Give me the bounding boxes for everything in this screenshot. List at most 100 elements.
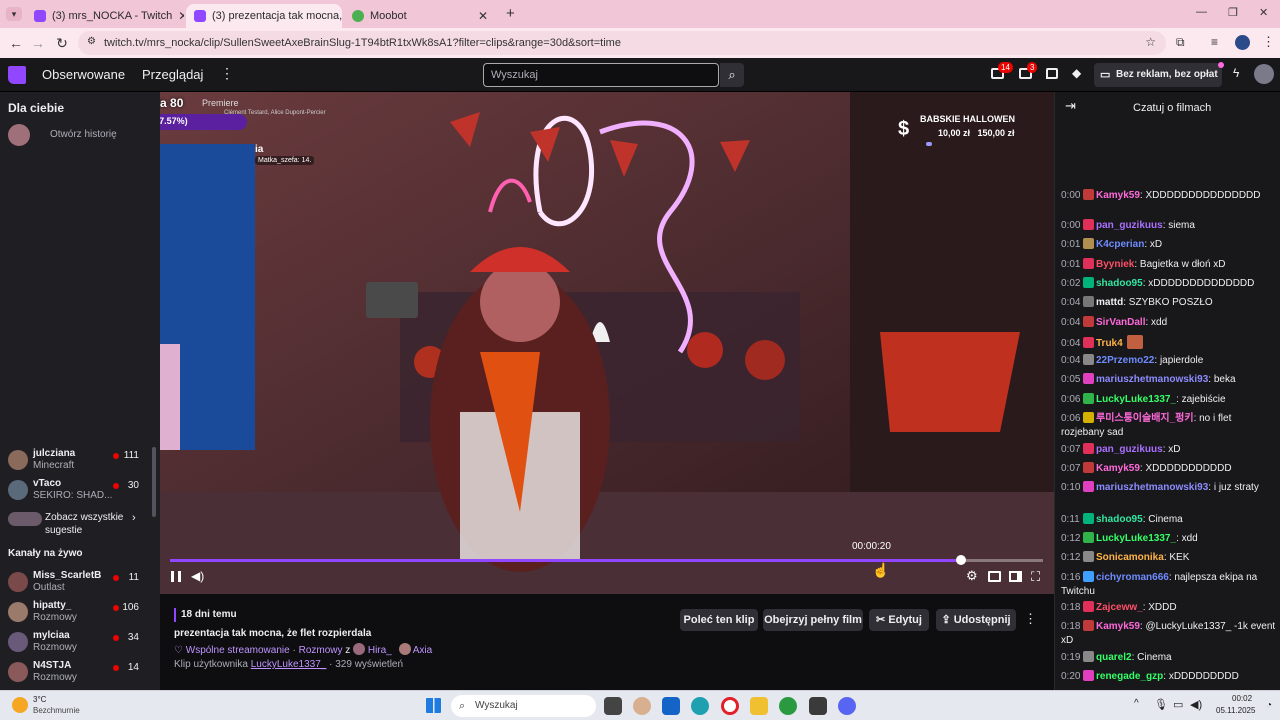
chat-username[interactable]: mariuszhetmanowski93 xyxy=(1096,374,1208,385)
chat-timestamp[interactable]: 0:04 xyxy=(1061,316,1083,330)
badge-icon[interactable] xyxy=(1083,532,1094,543)
chat-username[interactable]: renegade_gzp xyxy=(1096,671,1163,682)
start-windows-icon[interactable] xyxy=(426,698,441,713)
chat-username[interactable]: Byyniek xyxy=(1096,259,1134,270)
search-icon[interactable]: ⌕ xyxy=(720,63,744,87)
chrome-icon[interactable] xyxy=(779,697,797,715)
open-history-link[interactable]: Otwórz historię xyxy=(50,129,117,140)
chat-username[interactable]: Kamyk59 xyxy=(1096,190,1140,201)
badge-icon[interactable] xyxy=(1083,219,1094,230)
badge-icon[interactable] xyxy=(1083,462,1094,473)
chat-username[interactable]: Kamyk59 xyxy=(1096,621,1140,632)
badge-icon[interactable] xyxy=(1083,354,1094,365)
chat-timestamp[interactable]: 0:12 xyxy=(1061,532,1083,546)
more-options-icon[interactable]: ⋮ xyxy=(1024,611,1037,627)
badge-icon[interactable] xyxy=(1083,620,1094,631)
more-icon[interactable]: ⋮ xyxy=(220,65,234,82)
sidebar-channel-miss-scarletb[interactable]: Miss_ScarletB Outlast 11 xyxy=(8,570,153,598)
network-icon[interactable]: ▭ xyxy=(1173,698,1183,711)
chat-username[interactable]: shadoo95 xyxy=(1096,278,1143,289)
chat-timestamp[interactable]: 0:20 xyxy=(1061,670,1083,684)
badge-icon[interactable] xyxy=(1083,238,1094,249)
chat-username[interactable]: Kamyk59 xyxy=(1096,463,1140,474)
microphone-icon[interactable]: 🎙 xyxy=(1154,698,1168,711)
badge-icon[interactable] xyxy=(1083,443,1094,454)
profile-avatar[interactable] xyxy=(1235,35,1250,50)
chat-timestamp[interactable]: 0:12 xyxy=(1061,551,1083,565)
badge-icon[interactable] xyxy=(1083,189,1094,200)
discord-icon[interactable] xyxy=(838,697,856,715)
chat-username[interactable]: 22Przemo22 xyxy=(1096,355,1154,366)
volume-tray-icon[interactable]: ◀) xyxy=(1190,698,1202,711)
chat-timestamp[interactable]: 0:06 xyxy=(1061,412,1083,426)
settings-icon[interactable]: ⚙ xyxy=(966,568,978,584)
badge-icon[interactable] xyxy=(1083,277,1094,288)
chat-username[interactable]: Truk4 xyxy=(1096,338,1123,349)
back-icon[interactable]: ← xyxy=(4,35,28,51)
share-button[interactable]: ⇪ Udostępnij xyxy=(936,609,1016,631)
chat-timestamp[interactable]: 0:04 xyxy=(1061,296,1083,310)
chat-username[interactable]: LuckyLuke1337_ xyxy=(1096,394,1176,405)
chat-bubble-icon[interactable] xyxy=(1046,68,1058,79)
badge-icon[interactable] xyxy=(1083,337,1094,348)
user-avatar[interactable] xyxy=(1254,64,1274,84)
theatre-mode-icon[interactable] xyxy=(1009,571,1022,582)
category-link[interactable]: Rozmowy xyxy=(299,645,343,656)
chat-timestamp[interactable]: 0:01 xyxy=(1061,258,1083,272)
chat-username[interactable]: cichyroman666 xyxy=(1096,572,1169,583)
site-info-icon[interactable]: ⚙ xyxy=(87,36,96,47)
reload-icon[interactable]: ↻ xyxy=(50,35,74,52)
seek-handle[interactable] xyxy=(955,555,966,565)
weather-icon[interactable] xyxy=(12,697,28,713)
chat-timestamp[interactable]: 0:07 xyxy=(1061,462,1083,476)
close-tab-icon[interactable]: ✕ xyxy=(178,9,184,23)
cohost-1-link[interactable]: Hira_ xyxy=(368,645,392,656)
collapse-chat-icon[interactable]: ⇥ xyxy=(1065,98,1076,114)
chat-timestamp[interactable]: 0:19 xyxy=(1061,651,1083,665)
maximize-button[interactable]: ❐ xyxy=(1228,6,1238,19)
tray-chevron-icon[interactable]: ^ xyxy=(1134,698,1139,709)
chat-username[interactable]: Zajceww_ xyxy=(1096,602,1143,613)
chat-username[interactable]: 루미스퉁이슬배지_펑키 xyxy=(1096,413,1194,424)
sidebar-channel-hipatty[interactable]: hipatty_ Rozmowy 106 xyxy=(8,600,153,628)
chat-timestamp[interactable]: 0:18 xyxy=(1061,620,1083,634)
chat-username[interactable]: pan_guzikuus xyxy=(1096,444,1163,455)
chat-timestamp[interactable]: 0:01 xyxy=(1061,238,1083,252)
notepad-icon[interactable] xyxy=(809,697,827,715)
see-all-suggestions[interactable]: Zobacz wszystkie sugestie › xyxy=(8,510,148,538)
chat-timestamp[interactable]: 0:18 xyxy=(1061,601,1083,615)
badge-icon[interactable] xyxy=(1083,513,1094,524)
chat-timestamp[interactable]: 0:11 xyxy=(1061,513,1083,527)
outlook-icon[interactable] xyxy=(662,697,680,715)
chat-timestamp[interactable]: 0:04 xyxy=(1061,337,1083,351)
chat-timestamp[interactable]: 0:06 xyxy=(1061,393,1083,407)
bookmark-star-icon[interactable]: ☆ xyxy=(1145,35,1156,49)
media-control-icon[interactable]: ≡ xyxy=(1211,35,1218,49)
sidebar-channel-vtaco[interactable]: vTaco SEKIRO: SHAD... 30 xyxy=(8,478,153,506)
browse-link[interactable]: Przeglądaj xyxy=(142,67,203,82)
clock-time[interactable]: 00:02 xyxy=(1232,694,1252,703)
file-explorer-icon[interactable] xyxy=(750,697,768,715)
chat-username[interactable]: SirVanDall xyxy=(1096,317,1145,328)
browser-tab-1[interactable]: (3) mrs_NOCKA - Twitch ✕ xyxy=(26,4,184,28)
volume-icon[interactable]: ◀) xyxy=(191,569,204,583)
chat-username[interactable]: shadoo95 xyxy=(1096,514,1143,525)
sidebar-scrollbar[interactable] xyxy=(152,447,156,517)
chat-username[interactable]: quarel2 xyxy=(1096,652,1132,663)
chat-username[interactable]: mattd xyxy=(1096,297,1123,308)
sidebar-channel-mylciaa[interactable]: mylciaa Rozmowy 34 xyxy=(8,630,153,658)
search-input[interactable]: Wyszukaj xyxy=(483,63,719,87)
chat-username[interactable]: K4cperian xyxy=(1096,239,1144,250)
badge-icon[interactable] xyxy=(1083,316,1094,327)
browser-tab-2[interactable]: (3) prezentacja tak mocna, 🔊 ✕ xyxy=(186,4,342,28)
chat-username[interactable]: pan_guzikuus xyxy=(1096,220,1163,231)
edge-icon[interactable] xyxy=(691,697,709,715)
notifications-icon[interactable]: ◔ xyxy=(1266,700,1272,711)
badge-icon[interactable] xyxy=(1083,551,1094,562)
task-view-icon[interactable] xyxy=(604,697,622,715)
tab-list-icon[interactable]: ▾ xyxy=(6,7,22,21)
browser-tab-3[interactable]: Moobot ✕ xyxy=(344,4,496,28)
badge-icon[interactable] xyxy=(1083,393,1094,404)
close-window-button[interactable]: ✕ xyxy=(1259,6,1268,19)
extensions-icon[interactable]: ⧉ xyxy=(1176,35,1185,50)
